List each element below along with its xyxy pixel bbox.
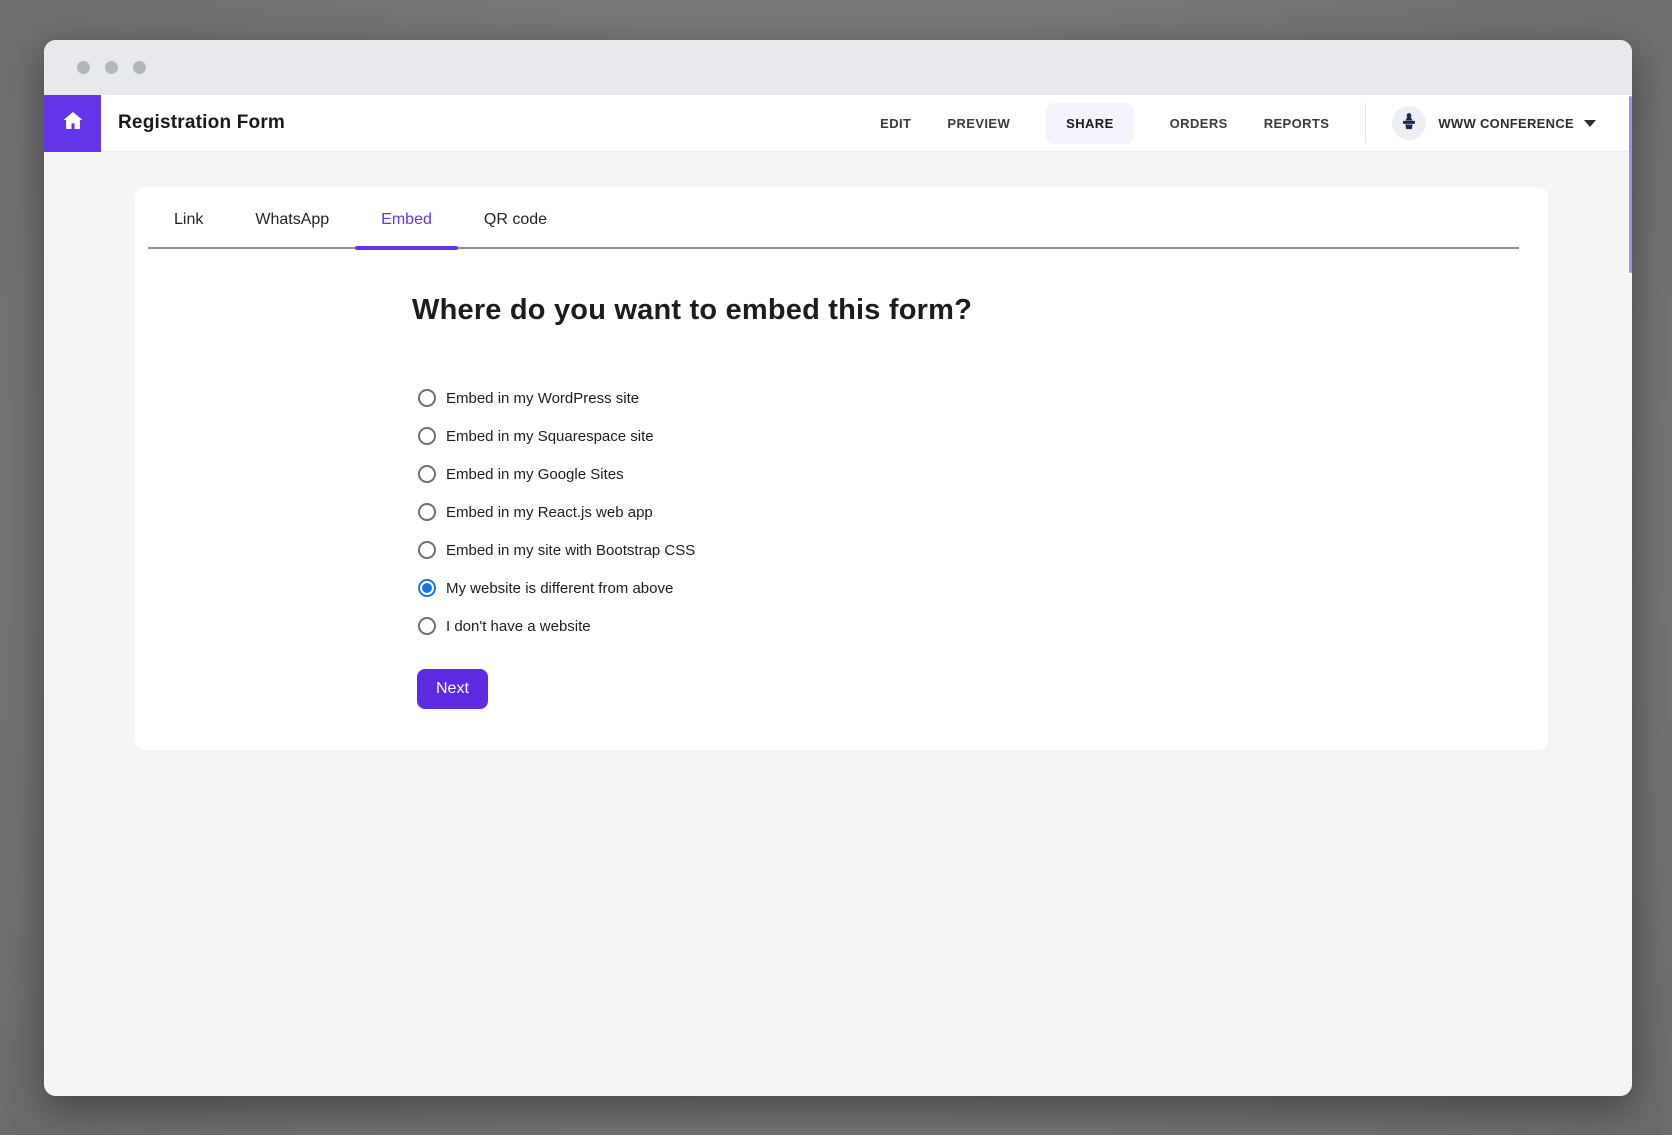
account-menu[interactable]: WWW CONFERENCE: [1392, 106, 1596, 140]
nav-item-edit[interactable]: EDIT: [880, 116, 911, 131]
radio-icon[interactable]: [418, 617, 436, 635]
option-label: Embed in my WordPress site: [446, 390, 639, 407]
tab-whatsapp[interactable]: WhatsApp: [229, 197, 355, 247]
share-card: Link WhatsApp Embed QR code Where do you…: [135, 187, 1548, 750]
option-no-website[interactable]: I don't have a website: [418, 607, 1548, 645]
nav-item-orders[interactable]: ORDERS: [1170, 116, 1228, 131]
window-dot[interactable]: [105, 61, 118, 74]
option-squarespace[interactable]: Embed in my Squarespace site: [418, 417, 1548, 455]
radio-icon[interactable]: [418, 389, 436, 407]
app-header: Registration Form EDIT PREVIEW SHARE ORD…: [44, 95, 1632, 152]
home-icon: [61, 109, 85, 138]
option-label: I don't have a website: [446, 618, 591, 635]
option-label: Embed in my Google Sites: [446, 466, 624, 483]
option-bootstrap[interactable]: Embed in my site with Bootstrap CSS: [418, 531, 1548, 569]
window-dot[interactable]: [133, 61, 146, 74]
radio-icon[interactable]: [418, 579, 436, 597]
radio-icon[interactable]: [418, 427, 436, 445]
next-button[interactable]: Next: [417, 669, 488, 709]
radio-icon[interactable]: [418, 503, 436, 521]
browser-window: Registration Form EDIT PREVIEW SHARE ORD…: [44, 40, 1632, 1096]
option-label: Embed in my React.js web app: [446, 504, 653, 521]
tab-embed[interactable]: Embed: [355, 197, 458, 247]
nav-item-preview[interactable]: PREVIEW: [947, 116, 1010, 131]
conference-speaker-icon: [1398, 110, 1420, 137]
top-nav: EDIT PREVIEW SHARE ORDERS REPORTS: [880, 103, 1329, 144]
embed-panel: Where do you want to embed this form? Em…: [135, 294, 1548, 709]
share-tabs: Link WhatsApp Embed QR code: [148, 187, 1519, 249]
option-label: My website is different from above: [446, 580, 673, 597]
tab-qr-code[interactable]: QR code: [458, 197, 573, 247]
scrollbar-thumb[interactable]: [1629, 96, 1632, 273]
avatar: [1392, 106, 1426, 140]
option-label: Embed in my Squarespace site: [446, 428, 654, 445]
page-title: Registration Form: [118, 112, 285, 134]
option-different-website[interactable]: My website is different from above: [418, 569, 1548, 607]
option-wordpress[interactable]: Embed in my WordPress site: [418, 379, 1548, 417]
option-google-sites[interactable]: Embed in my Google Sites: [418, 455, 1548, 493]
tab-link[interactable]: Link: [148, 197, 229, 247]
nav-item-share[interactable]: SHARE: [1046, 103, 1134, 144]
embed-options: Embed in my WordPress site Embed in my S…: [418, 379, 1548, 645]
nav-item-reports[interactable]: REPORTS: [1264, 116, 1330, 131]
embed-heading: Where do you want to embed this form?: [412, 294, 1548, 327]
header-divider: [1365, 103, 1366, 143]
home-button[interactable]: [44, 95, 101, 152]
page-body: Link WhatsApp Embed QR code Where do you…: [44, 187, 1632, 1096]
radio-icon[interactable]: [418, 465, 436, 483]
option-label: Embed in my site with Bootstrap CSS: [446, 542, 695, 559]
chevron-down-icon: [1584, 120, 1596, 127]
option-react-app[interactable]: Embed in my React.js web app: [418, 493, 1548, 531]
radio-icon[interactable]: [418, 541, 436, 559]
window-dot[interactable]: [77, 61, 90, 74]
account-name: WWW CONFERENCE: [1438, 116, 1574, 131]
window-titlebar: [44, 40, 1632, 95]
